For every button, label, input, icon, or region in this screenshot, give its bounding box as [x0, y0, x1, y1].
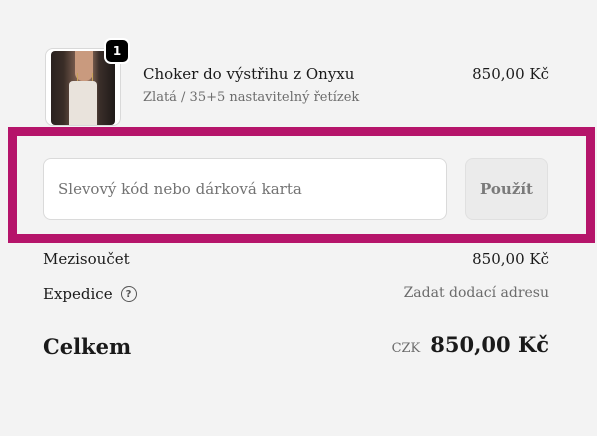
- total-amount: 850,00 Kč: [430, 332, 549, 357]
- apply-discount-button[interactable]: Použít: [465, 158, 548, 220]
- cart-line-item: 1 Choker do výstřihu z Onyxu Zlatá / 35+…: [43, 38, 549, 126]
- currency-code: CZK: [391, 341, 421, 356]
- shipping-value: Zadat dodací adresu: [403, 285, 549, 301]
- shipping-label: Expedice: [43, 285, 113, 303]
- product-name: Choker do výstřihu z Onyxu: [143, 65, 355, 83]
- subtotal-row: Mezisoučet 850,00 Kč: [43, 250, 549, 274]
- product-price: 850,00 Kč: [472, 65, 549, 83]
- discount-code-input[interactable]: [43, 158, 447, 220]
- total-row: Celkem CZK 850,00 Kč: [43, 332, 549, 364]
- subtotal-label: Mezisoučet: [43, 250, 130, 268]
- total-label: Celkem: [43, 334, 132, 359]
- question-circle-icon[interactable]: ?: [120, 286, 137, 302]
- subtotal-value: 850,00 Kč: [472, 250, 549, 268]
- shipping-row: Expedice ? Zadat dodací adresu: [43, 285, 549, 309]
- quantity-badge: 1: [104, 38, 130, 64]
- product-variant: Zlatá / 35+5 nastavitelný řetízek: [143, 90, 360, 105]
